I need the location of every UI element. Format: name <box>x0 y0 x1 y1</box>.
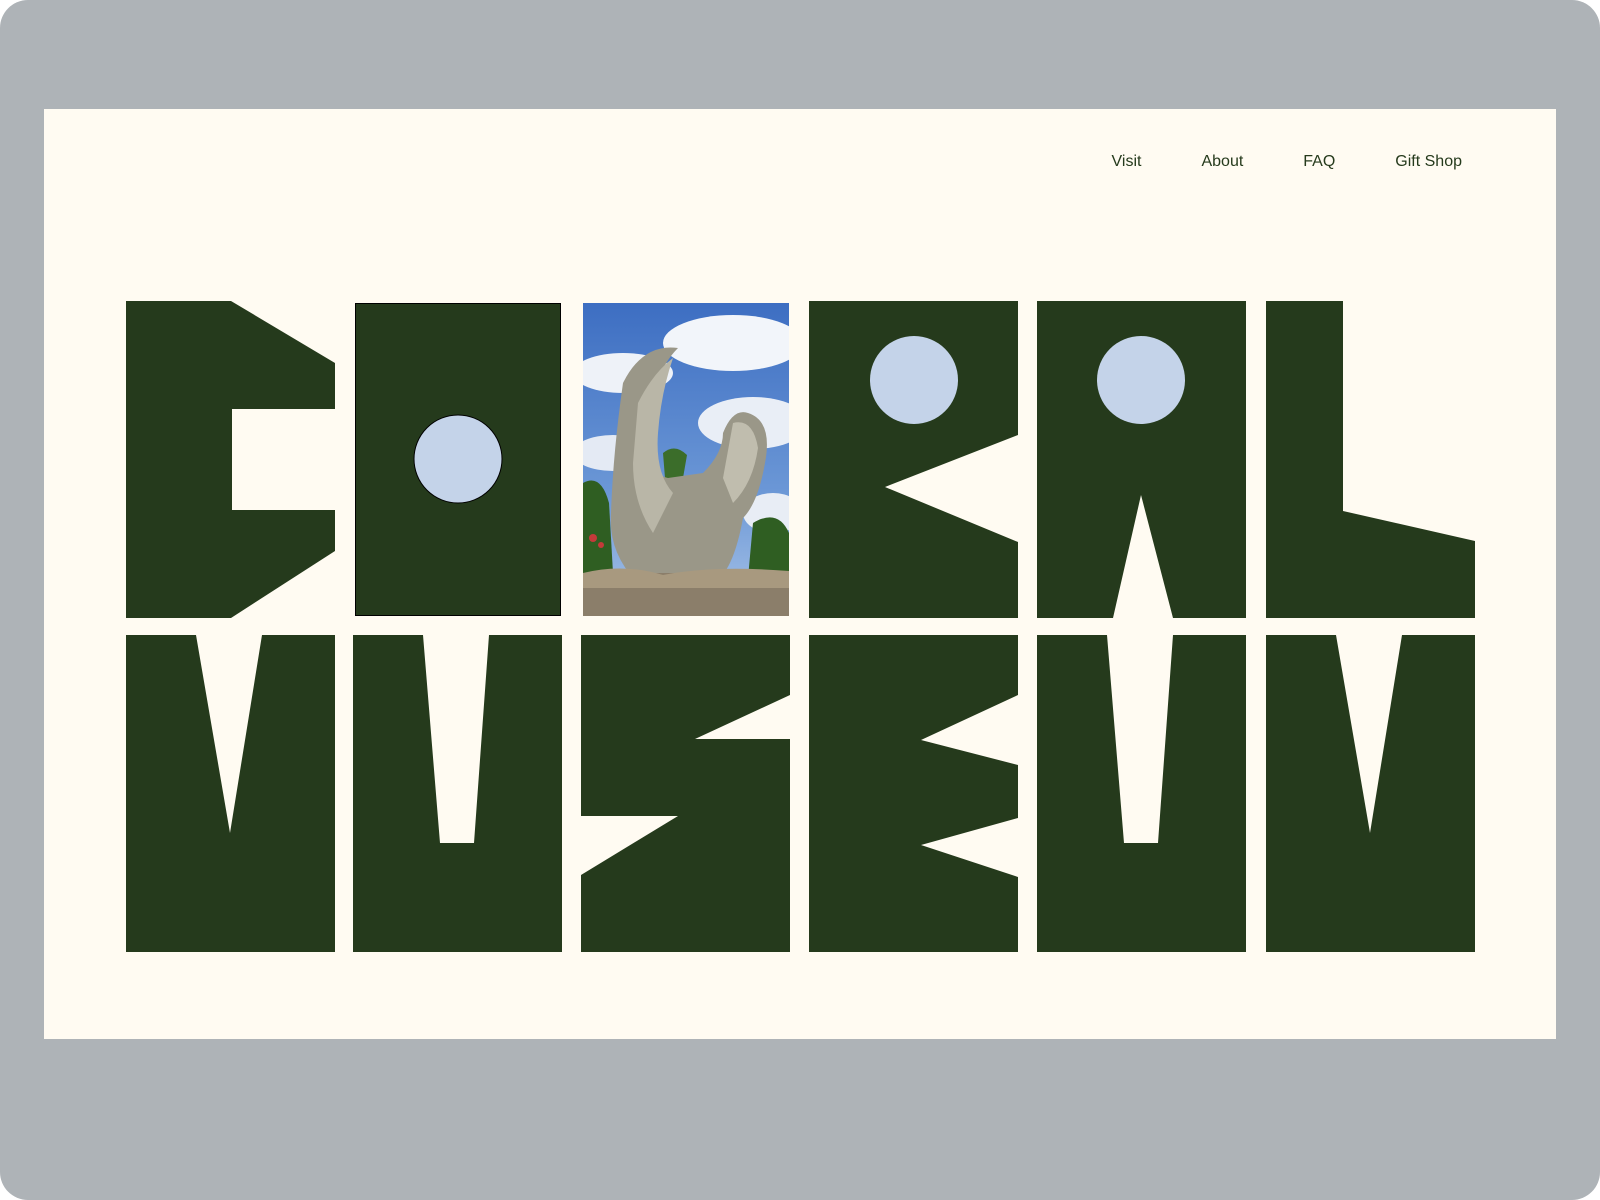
logo-letter-c <box>126 301 335 618</box>
logo-letter-m <box>126 635 335 952</box>
logo-letter-e <box>809 635 1018 952</box>
logo-letter-a <box>1037 301 1246 618</box>
webpage: Visit About FAQ Gift Shop <box>44 109 1556 1039</box>
nav-visit[interactable]: Visit <box>1112 153 1142 171</box>
logo-letter-s <box>581 635 790 952</box>
logo-letter-o <box>355 303 561 616</box>
device-frame: Visit About FAQ Gift Shop <box>0 0 1600 1200</box>
logo-photo-tile <box>583 303 789 616</box>
nav-gift-shop[interactable]: Gift Shop <box>1395 153 1462 171</box>
nav-about[interactable]: About <box>1201 153 1243 171</box>
logo-letter-r <box>809 301 1018 618</box>
logo-letter-u <box>353 635 562 952</box>
nav-faq[interactable]: FAQ <box>1303 153 1335 171</box>
logo-letter-m-2 <box>1266 635 1475 952</box>
top-nav: Visit About FAQ Gift Shop <box>1112 153 1462 171</box>
logo-letter-u-2 <box>1037 635 1246 952</box>
logo-letter-l <box>1266 301 1475 618</box>
